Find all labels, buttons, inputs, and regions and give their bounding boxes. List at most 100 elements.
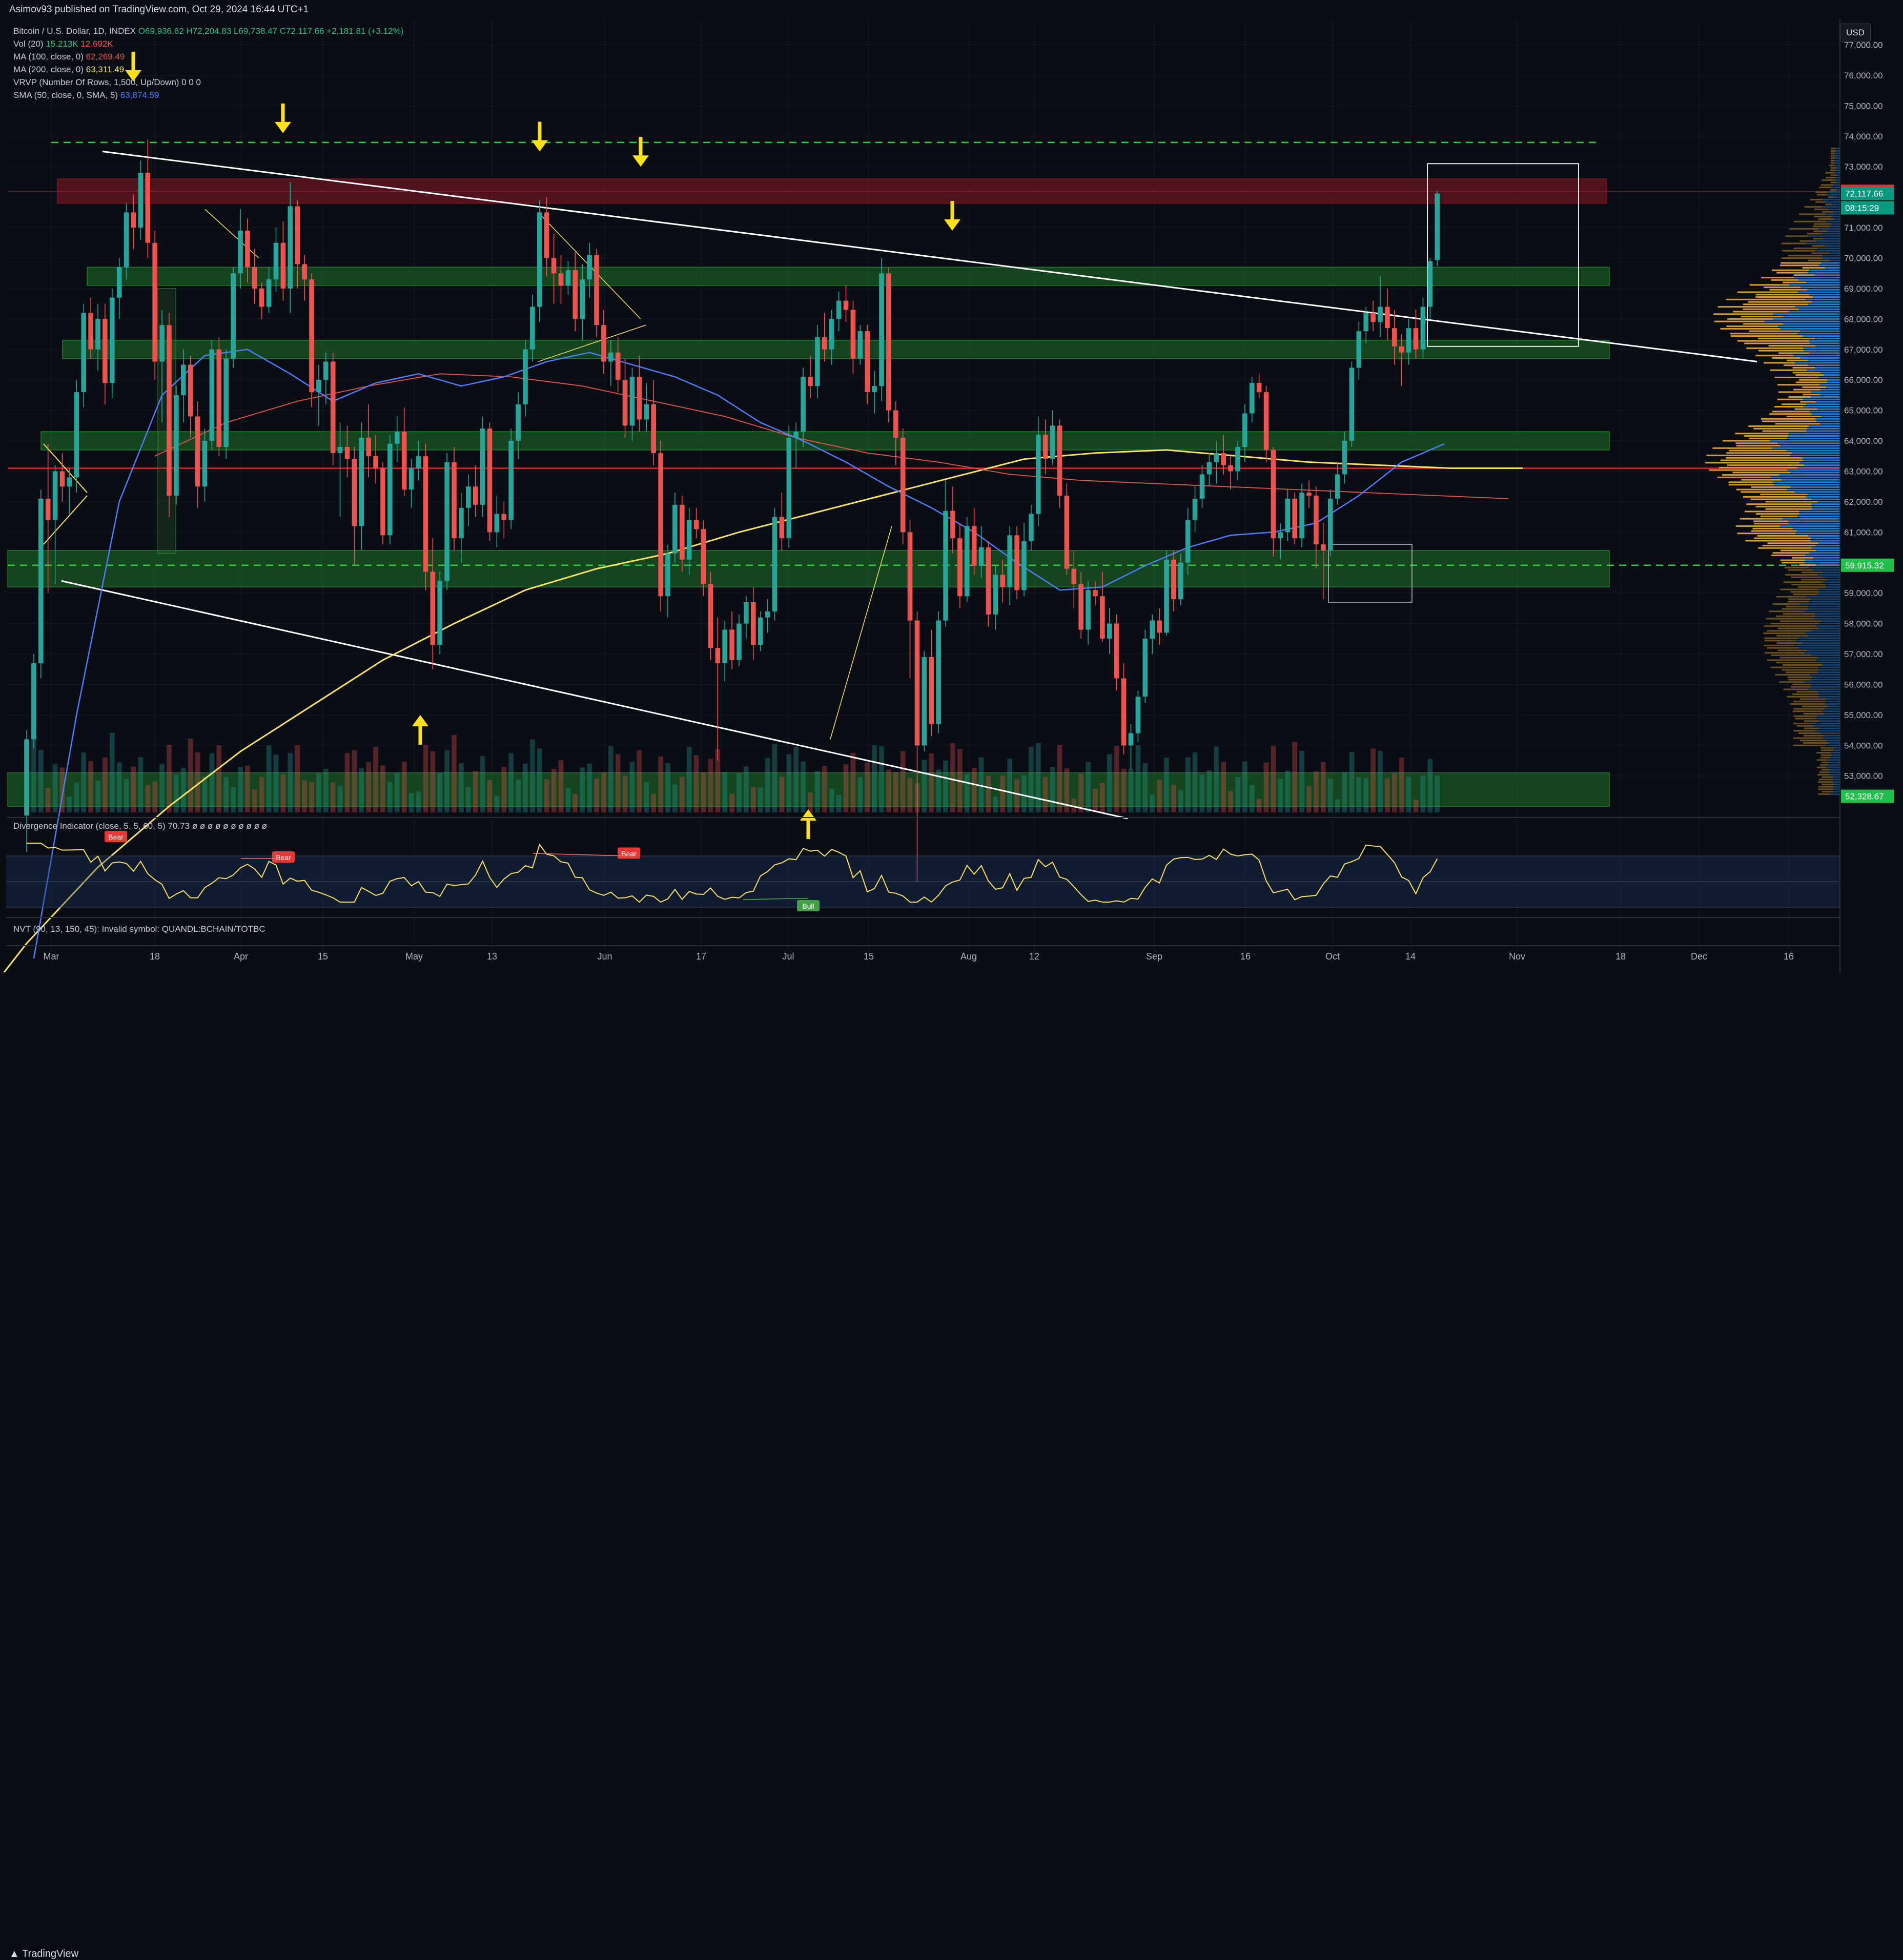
profile-bar-down [1729, 484, 1775, 486]
profile-bar-down [1736, 488, 1787, 491]
profile-bar-down [1788, 255, 1823, 257]
candle-body [1021, 541, 1027, 590]
profile-bar-down [1789, 228, 1818, 230]
volume-bar [558, 760, 564, 812]
profile-bar-down [1782, 608, 1808, 610]
profile-bar-down [1787, 601, 1809, 603]
volume-bar [459, 763, 464, 812]
profile-bar-up [1830, 793, 1840, 795]
profile-bar-down [1825, 172, 1835, 174]
time-axis[interactable]: Mar 18 Apr 15 May 13 Jun 17 Jul 15 Aug 12 Sep 16 Oct 14… [44, 951, 1794, 962]
profile-bar-down [1746, 347, 1804, 349]
currency-button[interactable]: USD [1840, 24, 1871, 42]
candle-body [1271, 450, 1276, 539]
candle-body [1263, 392, 1269, 450]
volume-bar [387, 782, 393, 812]
profile-bar-up [1798, 291, 1840, 293]
profile-bar-up [1820, 732, 1840, 734]
profile-bar-up [1813, 296, 1840, 298]
profile-bar-up [1834, 157, 1840, 159]
legend-symbol-row[interactable]: Bitcoin / U.S. Dollar, 1D, INDEX O69,936… [13, 25, 403, 37]
profile-bar-down [1745, 511, 1799, 513]
candle-body [744, 602, 749, 624]
profile-bar-up [1811, 503, 1840, 505]
profile-bar-up [1816, 401, 1840, 403]
profile-bar-up [1807, 427, 1840, 430]
footer: ▲ TradingView [0, 972, 1903, 1959]
tradingview-logo[interactable]: ▲ TradingView [9, 1948, 78, 1960]
volume-bar [45, 787, 51, 812]
profile-bar-down [1771, 269, 1809, 271]
profile-bar-up [1831, 216, 1840, 218]
candle-body [359, 438, 364, 526]
profile-bar-down [1737, 533, 1796, 535]
candle-body [259, 288, 264, 307]
profile-bar-up [1835, 152, 1840, 154]
time-tick: Sep [1146, 951, 1162, 962]
legend-vrvp-row[interactable]: VRVP (Number Of Rows, 1,500, Up/Down) 0 … [13, 76, 403, 89]
volume-bar [280, 774, 286, 812]
candle-body [1199, 474, 1205, 499]
candle-body [159, 325, 165, 362]
candle-body [1385, 307, 1390, 329]
legend-ma200-row[interactable]: MA (200, close, 0) 63,311.49 [13, 63, 403, 76]
profile-bar-down [1830, 169, 1836, 171]
candle-body [872, 386, 877, 392]
profile-bar-down [1776, 272, 1808, 274]
candle-body [1285, 498, 1291, 533]
profile-bar-up [1807, 649, 1840, 651]
volume-bar [815, 770, 820, 812]
volume-bar [622, 775, 628, 812]
profile-bar-up [1804, 347, 1840, 349]
candle-body [615, 352, 621, 380]
candle-body [715, 648, 721, 663]
profile-bar-down [1791, 576, 1823, 578]
candle-body [943, 511, 948, 621]
candle-body [181, 364, 186, 395]
candle-body [1214, 453, 1219, 462]
candle-body [1029, 514, 1034, 542]
volume-bar [159, 764, 165, 812]
price-chart[interactable]: BearBearBearBull80.0060.0040.00 77,000.0… [0, 0, 1903, 993]
profile-bar-up [1816, 420, 1840, 422]
profile-bar-down [1780, 264, 1819, 267]
legend-volume-row[interactable]: Vol (20) 15.213K 12.692K [13, 37, 403, 50]
profile-bar-down [1753, 427, 1807, 430]
support-zone [62, 340, 1610, 359]
nvt-legend[interactable]: NVT (90, 13, 150, 45): Invalid symbol: Q… [13, 924, 265, 934]
profile-bar-down [1783, 613, 1815, 615]
candle-body [408, 468, 414, 490]
volume-bar [1427, 759, 1433, 812]
profile-bar-down [1741, 491, 1795, 493]
candle-body [1349, 368, 1355, 441]
profile-bar-up [1818, 691, 1840, 693]
profile-bar-up [1809, 269, 1840, 271]
profile-bar-up [1796, 530, 1840, 532]
profile-bar-down [1822, 179, 1835, 181]
legend-ma100-row[interactable]: MA (100, close, 0) 62,269.49 [13, 50, 403, 63]
candle-body [786, 438, 792, 539]
volume-bar [288, 753, 293, 812]
candle-body [1050, 425, 1055, 459]
candle-body [1042, 435, 1048, 459]
volume-bar [1250, 785, 1255, 812]
profile-bar-up [1786, 450, 1840, 452]
price-axis[interactable]: 77,000.0076,000.0075,000.0074,000.0073,0… [1839, 0, 1903, 972]
divergence-oscillator: BearBearBearBull80.0060.0040.00 [6, 817, 1868, 946]
profile-bar-down [1749, 437, 1788, 439]
divergence-legend[interactable]: Divergence Indicator (close, 5, 5, 60, 5… [13, 821, 267, 831]
candle-body [1150, 620, 1155, 639]
profile-bar-up [1829, 252, 1840, 254]
volume-bar [1206, 770, 1212, 812]
profile-bar-down [1802, 386, 1827, 388]
profile-bar-down [1819, 187, 1832, 189]
candle-body [651, 404, 656, 453]
sma-name: SMA (50, close, 0, SMA, 5) [13, 90, 118, 100]
legend-sma-row[interactable]: SMA (50, close, 0, SMA, 5) 63,874.59 [13, 89, 403, 101]
candle-body [857, 331, 863, 359]
profile-bar-up [1831, 187, 1840, 189]
price-tick: 67,000.00 [1844, 345, 1883, 355]
profile-bar-up [1827, 230, 1840, 232]
volume-bar [380, 765, 385, 812]
profile-bar-up [1799, 308, 1840, 310]
